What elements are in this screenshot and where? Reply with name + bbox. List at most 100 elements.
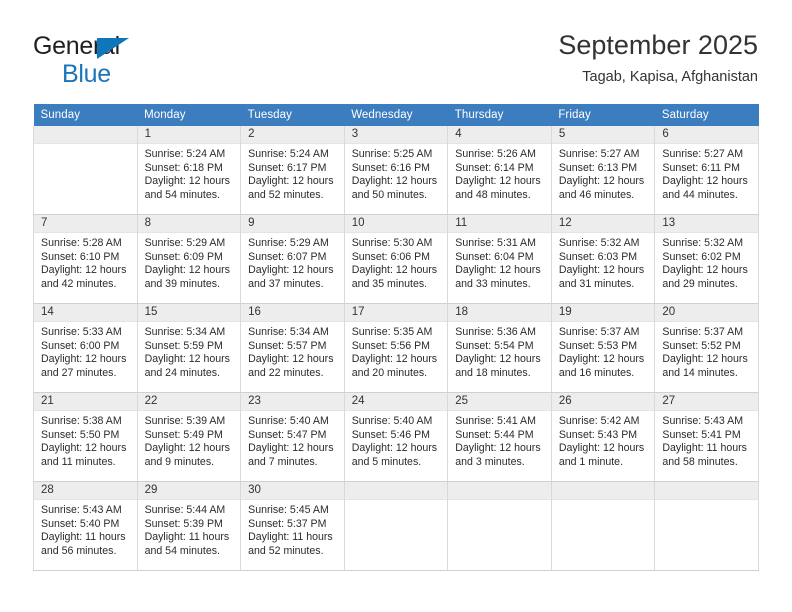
- day-number: 29: [138, 482, 240, 500]
- calendar-grid: Sunday Monday Tuesday Wednesday Thursday…: [33, 104, 759, 571]
- logo-text-blue: Blue: [62, 60, 111, 88]
- calendar-day-cell[interactable]: 15 Sunrise: 5:34 AM Sunset: 5:59 PM Dayligh…: [136, 303, 242, 393]
- daylight-text-line1: Daylight: 12 hours: [248, 353, 334, 366]
- day-number: [552, 482, 654, 500]
- daylight-text-line1: Daylight: 11 hours: [662, 442, 747, 455]
- calendar-day-cell[interactable]: 30 Sunrise: 5:45 AM Sunset: 5:37 PM Dayligh…: [240, 481, 345, 571]
- sunset-text: Sunset: 5:46 PM: [351, 428, 431, 441]
- calendar-day-cell[interactable]: 1 Sunrise: 5:24 AM Sunset: 6:18 PM Daylight…: [136, 126, 242, 215]
- daylight-text-line2: and 27 minutes.: [41, 366, 117, 379]
- general-blue-logo[interactable]: General Blue: [33, 34, 213, 88]
- sunrise-text: Sunrise: 5:44 AM: [144, 504, 226, 516]
- day-number: [345, 482, 447, 500]
- weekday-header-monday: Monday: [137, 104, 241, 126]
- day-number: 20: [655, 304, 758, 322]
- sunrise-text: Sunrise: 5:34 AM: [248, 326, 329, 338]
- calendar-day-cell[interactable]: 11 Sunrise: 5:31 AM Sunset: 6:04 PM Dayligh…: [447, 214, 552, 304]
- calendar-day-cell[interactable]: 25 Sunrise: 5:41 AM Sunset: 5:44 PM Dayligh…: [447, 392, 552, 482]
- sunset-text: Sunset: 6:14 PM: [455, 161, 534, 174]
- calendar-day-cell-empty: [654, 481, 759, 571]
- calendar-day-cell[interactable]: 28 Sunrise: 5:43 AM Sunset: 5:40 PM Dayligh…: [33, 481, 138, 571]
- calendar-day-cell[interactable]: 18 Sunrise: 5:36 AM Sunset: 5:54 PM Dayligh…: [447, 303, 552, 393]
- calendar-day-cell[interactable]: 17 Sunrise: 5:35 AM Sunset: 5:56 PM Dayligh…: [343, 303, 449, 393]
- calendar-week-row: 1 Sunrise: 5:24 AM Sunset: 6:18 PM Daylight…: [33, 126, 759, 215]
- calendar-day-cell[interactable]: 29 Sunrise: 5:44 AM Sunset: 5:39 PM Dayligh…: [136, 481, 242, 571]
- weekday-header-thursday: Thursday: [447, 104, 552, 126]
- daylight-text-line2: and 3 minutes.: [455, 455, 525, 468]
- day-number: 7: [34, 215, 137, 233]
- daylight-text-line2: and 58 minutes.: [662, 455, 738, 468]
- daylight-text-line1: Daylight: 12 hours: [144, 175, 230, 188]
- calendar-day-cell[interactable]: 16 Sunrise: 5:34 AM Sunset: 5:57 PM Dayligh…: [240, 303, 345, 393]
- daylight-text-line2: and 56 minutes.: [41, 544, 117, 557]
- calendar-day-cell[interactable]: 14 Sunrise: 5:33 AM Sunset: 6:00 PM Dayligh…: [33, 303, 138, 393]
- daylight-text-line1: Daylight: 12 hours: [455, 175, 541, 188]
- calendar-day-cell[interactable]: 23 Sunrise: 5:40 AM Sunset: 5:47 PM Dayligh…: [240, 392, 345, 482]
- calendar-day-cell[interactable]: 4 Sunrise: 5:26 AM Sunset: 6:14 PM Daylight…: [447, 126, 552, 215]
- day-details: Sunrise: 5:32 AM Sunset: 6:03 PM Daylight:…: [552, 233, 654, 291]
- calendar-day-cell[interactable]: 5 Sunrise: 5:27 AM Sunset: 6:13 PM Daylight…: [550, 126, 656, 215]
- calendar-day-cell[interactable]: 26 Sunrise: 5:42 AM Sunset: 5:43 PM Dayligh…: [550, 392, 656, 482]
- calendar-day-cell[interactable]: 13 Sunrise: 5:32 AM Sunset: 6:02 PM Dayligh…: [654, 214, 759, 304]
- day-number: 17: [345, 304, 447, 322]
- calendar-day-cell[interactable]: 10 Sunrise: 5:30 AM Sunset: 6:06 PM Dayligh…: [343, 214, 449, 304]
- sunset-text: Sunset: 5:53 PM: [558, 339, 638, 352]
- calendar-day-cell[interactable]: 9 Sunrise: 5:29 AM Sunset: 6:07 PM Daylight…: [240, 214, 345, 304]
- sunrise-text: Sunrise: 5:43 AM: [41, 504, 122, 516]
- daylight-text-line1: Daylight: 12 hours: [144, 442, 230, 455]
- calendar-day-cell[interactable]: 27 Sunrise: 5:43 AM Sunset: 5:41 PM Dayligh…: [654, 392, 759, 482]
- sunset-text: Sunset: 5:44 PM: [455, 428, 534, 441]
- calendar-day-cell[interactable]: 22 Sunrise: 5:39 AM Sunset: 5:49 PM Dayligh…: [136, 392, 242, 482]
- day-details: Sunrise: 5:42 AM Sunset: 5:43 PM Daylight:…: [552, 411, 654, 469]
- day-number: 30: [241, 482, 344, 500]
- calendar-day-cell[interactable]: 24 Sunrise: 5:40 AM Sunset: 5:46 PM Dayligh…: [343, 392, 449, 482]
- daylight-text-line2: and 5 minutes.: [351, 455, 422, 468]
- day-number: 5: [552, 126, 654, 144]
- calendar-day-cell[interactable]: 21 Sunrise: 5:38 AM Sunset: 5:50 PM Dayligh…: [33, 392, 138, 482]
- sunrise-text: Sunrise: 5:35 AM: [351, 326, 433, 338]
- calendar-day-cell[interactable]: 19 Sunrise: 5:37 AM Sunset: 5:53 PM Dayligh…: [550, 303, 656, 393]
- calendar-day-cell[interactable]: 8 Sunrise: 5:29 AM Sunset: 6:09 PM Daylight…: [136, 214, 242, 304]
- daylight-text-line1: Daylight: 12 hours: [351, 353, 438, 366]
- day-details: Sunrise: 5:25 AM Sunset: 6:16 PM Daylight:…: [345, 144, 447, 202]
- day-number: 4: [448, 126, 551, 144]
- calendar-body: 1 Sunrise: 5:24 AM Sunset: 6:18 PM Daylight…: [33, 126, 759, 571]
- daylight-text-line2: and 29 minutes.: [662, 277, 738, 290]
- calendar-day-cell[interactable]: 2 Sunrise: 5:24 AM Sunset: 6:17 PM Daylight…: [240, 126, 345, 215]
- daylight-text-line1: Daylight: 11 hours: [248, 531, 333, 544]
- weekday-header-saturday: Saturday: [654, 104, 759, 126]
- daylight-text-line2: and 44 minutes.: [662, 188, 738, 201]
- day-details: Sunrise: 5:28 AM Sunset: 6:10 PM Daylight:…: [34, 233, 136, 291]
- calendar-day-cell[interactable]: 7 Sunrise: 5:28 AM Sunset: 6:10 PM Daylight…: [33, 214, 138, 304]
- calendar-week-row: 7 Sunrise: 5:28 AM Sunset: 6:10 PM Daylight…: [33, 214, 759, 304]
- daylight-text-line1: Daylight: 12 hours: [558, 353, 645, 366]
- day-number: 24: [345, 393, 447, 411]
- daylight-text-line1: Daylight: 12 hours: [455, 442, 541, 455]
- sunrise-text: Sunrise: 5:26 AM: [455, 148, 536, 160]
- daylight-text-line1: Daylight: 11 hours: [144, 531, 230, 544]
- calendar-day-cell[interactable]: 12 Sunrise: 5:32 AM Sunset: 6:03 PM Dayligh…: [550, 214, 656, 304]
- day-details: Sunrise: 5:24 AM Sunset: 6:18 PM Daylight:…: [138, 144, 240, 202]
- day-number: 16: [241, 304, 344, 322]
- day-number: 2: [241, 126, 344, 144]
- day-details: Sunrise: 5:40 AM Sunset: 5:47 PM Daylight:…: [242, 411, 344, 469]
- daylight-text-line2: and 54 minutes.: [144, 188, 220, 201]
- sunset-text: Sunset: 5:56 PM: [351, 339, 431, 352]
- calendar-day-cell-empty: [33, 126, 138, 215]
- sunset-text: Sunset: 5:47 PM: [248, 428, 327, 441]
- calendar-day-cell[interactable]: 6 Sunrise: 5:27 AM Sunset: 6:11 PM Daylight…: [654, 126, 759, 215]
- calendar-day-cell-empty: [343, 481, 449, 571]
- day-details: Sunrise: 5:41 AM Sunset: 5:44 PM Daylight:…: [449, 411, 551, 469]
- day-number: 18: [448, 304, 551, 322]
- sunset-text: Sunset: 5:41 PM: [662, 428, 741, 441]
- calendar-day-cell[interactable]: 20 Sunrise: 5:37 AM Sunset: 5:52 PM Dayligh…: [654, 303, 759, 393]
- sunset-text: Sunset: 5:57 PM: [248, 339, 327, 352]
- calendar-day-cell[interactable]: 3 Sunrise: 5:25 AM Sunset: 6:16 PM Daylight…: [343, 126, 449, 215]
- day-details: [34, 144, 136, 148]
- sunset-text: Sunset: 5:39 PM: [144, 517, 223, 530]
- sunrise-text: Sunrise: 5:29 AM: [144, 237, 226, 249]
- daylight-text-line2: and 7 minutes.: [248, 455, 318, 468]
- daylight-text-line2: and 33 minutes.: [455, 277, 531, 290]
- sunrise-text: Sunrise: 5:27 AM: [558, 148, 640, 160]
- sunrise-text: Sunrise: 5:32 AM: [558, 237, 640, 249]
